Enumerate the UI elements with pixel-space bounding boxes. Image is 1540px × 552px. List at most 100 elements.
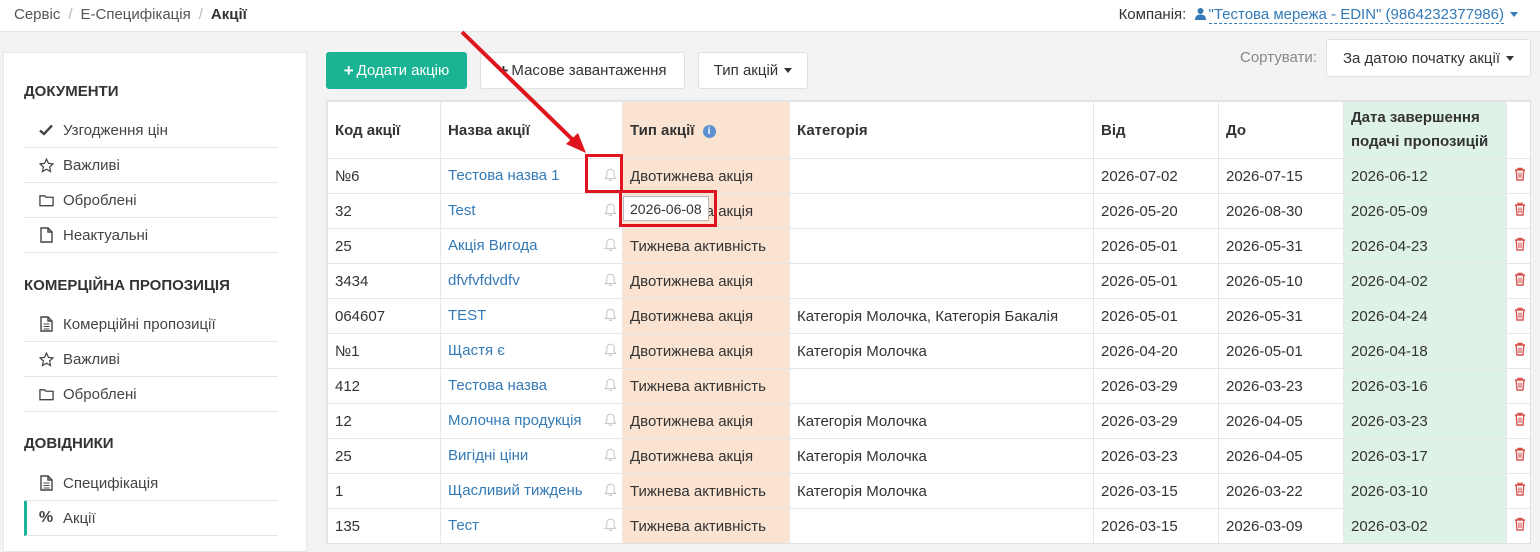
promotion-link[interactable]: Щасливий тиждень: [448, 482, 583, 499]
user-icon: [1194, 8, 1206, 20]
table-row: 3434 dfvfvfdvdfv Двотижнева акція 2026-05-0…: [327, 263, 1531, 299]
sidebar-item-commercial-offers[interactable]: Комерційні пропозиції: [24, 307, 278, 342]
bell-icon[interactable]: [604, 518, 617, 536]
promotion-link[interactable]: Акція Вигода: [448, 237, 537, 254]
col-to[interactable]: До: [1218, 101, 1344, 159]
cell-deadline: 2026-03-10: [1343, 473, 1507, 509]
col-category[interactable]: Категорія: [789, 101, 1094, 159]
bell-icon[interactable]: [604, 343, 617, 361]
chevron-down-icon: [1510, 12, 1518, 17]
cell-code: 3434: [327, 263, 441, 299]
col-name[interactable]: Назва акції: [440, 101, 623, 159]
promotion-link[interactable]: Молочна продукція: [448, 412, 582, 429]
bell-icon[interactable]: [604, 308, 617, 326]
col-type[interactable]: Тип акції i: [622, 101, 790, 159]
percent-icon: %: [38, 509, 54, 526]
col-code[interactable]: Код акції: [327, 101, 441, 159]
trash-icon[interactable]: [1508, 412, 1531, 426]
cell-name: Тест: [440, 508, 623, 543]
cell-type: Тижнева активність: [622, 473, 790, 509]
bell-icon[interactable]: [604, 448, 617, 466]
cell-type: Двотижнева акція: [622, 438, 790, 474]
trash-icon[interactable]: [1508, 517, 1531, 531]
sidebar-item-important-docs[interactable]: Важливі: [24, 148, 278, 183]
trash-icon[interactable]: [1508, 377, 1531, 391]
sidebar-item-important-offers[interactable]: Важливі: [24, 342, 278, 377]
promotion-link[interactable]: Тест: [448, 517, 479, 534]
cell-to: 2026-04-05: [1218, 403, 1344, 439]
trash-icon[interactable]: [1508, 342, 1531, 356]
company-selector[interactable]: Компанія: "Тестова мережа - EDIN" (98642…: [1119, 6, 1518, 24]
sidebar-item-specification[interactable]: Специфікація: [24, 466, 278, 501]
promotion-link[interactable]: TEST: [448, 307, 486, 324]
bell-icon[interactable]: [604, 378, 617, 396]
trash-icon[interactable]: [1508, 447, 1531, 461]
trash-icon[interactable]: [1508, 482, 1531, 496]
bell-highlight-box: [585, 154, 623, 193]
cell-deadline: 2026-04-02: [1343, 263, 1507, 299]
promotion-link[interactable]: Тестова назва 1: [448, 167, 560, 184]
promotion-link[interactable]: Вигідні ціни: [448, 447, 528, 464]
bell-icon[interactable]: [604, 413, 617, 431]
promotion-link[interactable]: Тестова назва: [448, 377, 547, 394]
cell-category: Категорія Молочка: [789, 333, 1094, 369]
sidebar-item-price-approval[interactable]: Узгодження цін: [24, 113, 278, 148]
trash-icon[interactable]: [1508, 167, 1531, 181]
cell-from: 2026-05-01: [1093, 263, 1219, 299]
cell-deadline: 2026-03-16: [1343, 368, 1507, 404]
promotions-table: Код акції Назва акції Тип акції i Категор…: [326, 100, 1531, 544]
cell-deadline: 2026-05-09: [1343, 193, 1507, 229]
bell-icon[interactable]: [604, 203, 617, 221]
sidebar-item-label: Неактуальні: [63, 226, 149, 244]
cell-code: 412: [327, 368, 441, 404]
cell-category: Категорія Молочка: [789, 403, 1094, 439]
sidebar-item-outdated[interactable]: Неактуальні: [24, 218, 278, 253]
cell-code: №1: [327, 333, 441, 369]
bell-icon[interactable]: [604, 483, 617, 501]
cell-code: 32: [327, 193, 441, 229]
cell-type: Тижнева активність: [622, 368, 790, 404]
cell-to: 2026-03-22: [1218, 473, 1344, 509]
chevron-down-icon: [1506, 55, 1515, 61]
breadcrumb-e-spec[interactable]: Е-Специфікація: [81, 6, 191, 23]
cell-from: 2026-03-23: [1093, 438, 1219, 474]
cell-from: 2026-03-15: [1093, 473, 1219, 509]
bell-icon[interactable]: [604, 273, 617, 291]
col-submission-deadline[interactable]: Дата завершення подачі пропозицій: [1343, 101, 1507, 159]
cell-name: Щастя є: [440, 333, 623, 369]
section-references-title: ДОВІДНИКИ: [24, 435, 114, 452]
bell-icon[interactable]: [604, 238, 617, 256]
sidebar-item-label: Комерційні пропозиції: [63, 315, 216, 333]
sidebar-item-processed-offers[interactable]: Оброблені: [24, 377, 278, 412]
sidebar-item-processed-docs[interactable]: Оброблені: [24, 183, 278, 218]
cell-type: Двотижнева акція: [622, 298, 790, 334]
sort-label: Сортувати:: [1240, 49, 1317, 66]
cell-from: 2026-03-15: [1093, 508, 1219, 543]
breadcrumb: Сервіс / Е-Специфікація / Акції: [14, 6, 247, 23]
sidebar-item-label: Оброблені: [63, 191, 137, 209]
bulk-upload-button[interactable]: + Масове завантаження: [480, 52, 685, 89]
cell-deadline: 2026-03-23: [1343, 403, 1507, 439]
trash-icon[interactable]: [1508, 272, 1531, 286]
trash-icon[interactable]: [1508, 202, 1531, 216]
promotion-link[interactable]: Щастя є: [448, 342, 505, 359]
info-icon[interactable]: i: [702, 124, 716, 138]
cell-actions: [1506, 228, 1531, 264]
cell-code: 1: [327, 473, 441, 509]
cell-to: 2026-03-23: [1218, 368, 1344, 404]
cell-actions: [1506, 333, 1531, 369]
cell-type: Двотижнева акція: [622, 158, 790, 194]
promotion-link[interactable]: dfvfvfdvdfv: [448, 272, 520, 289]
sort-select[interactable]: За датою початку акції: [1326, 39, 1531, 77]
breadcrumb-service[interactable]: Сервіс: [14, 6, 60, 23]
promotion-type-dropdown[interactable]: Тип акцій: [698, 52, 808, 89]
file-text-icon: [38, 316, 54, 332]
sidebar-item-promotions[interactable]: % Акції: [24, 501, 278, 536]
trash-icon[interactable]: [1508, 237, 1531, 251]
col-from[interactable]: Від: [1093, 101, 1219, 159]
trash-icon[interactable]: [1508, 307, 1531, 321]
company-name[interactable]: "Тестова мережа - EDIN" (9864232377986): [1208, 6, 1504, 24]
promotion-link[interactable]: Test: [448, 202, 476, 219]
add-promotion-button[interactable]: + Додати акцію: [326, 52, 467, 89]
col-actions: [1506, 101, 1530, 159]
